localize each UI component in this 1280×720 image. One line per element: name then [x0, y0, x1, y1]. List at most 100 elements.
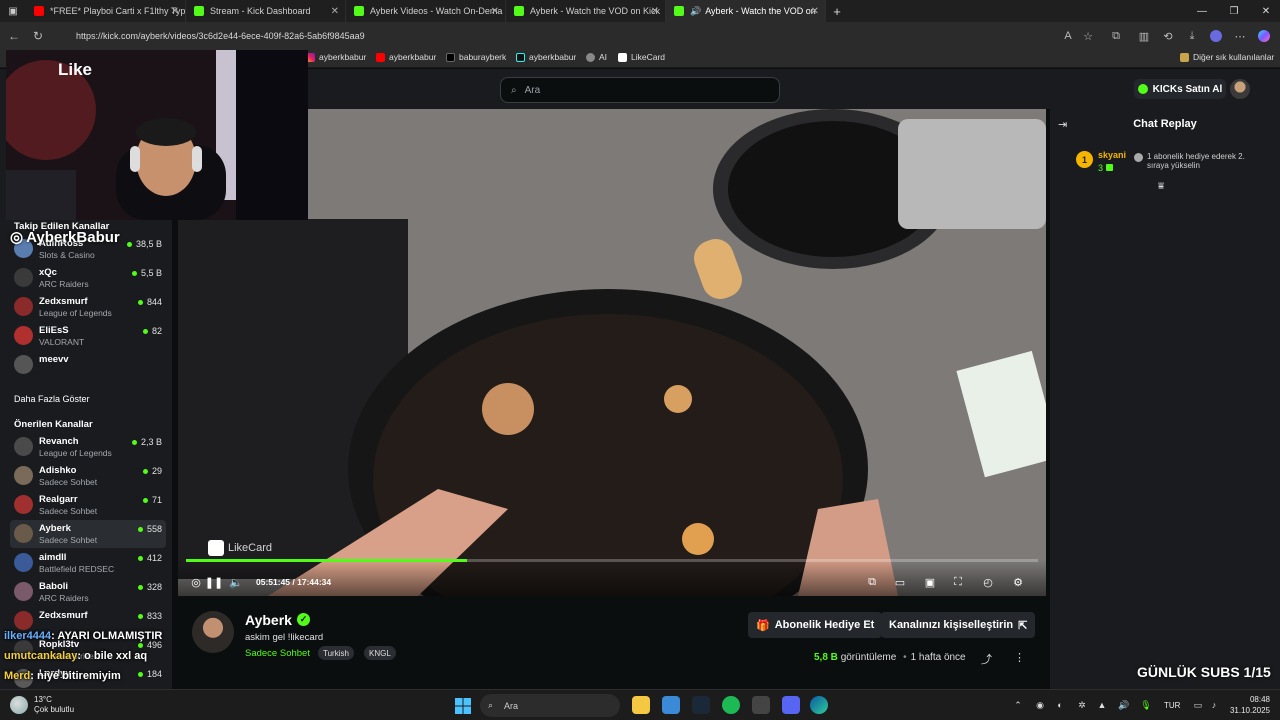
microphone-icon[interactable]: 🎙: [1140, 699, 1152, 711]
sidebar-channel-item[interactable]: Zedxsmurf League of Legends 844: [10, 293, 166, 321]
close-tab-icon[interactable]: ✕: [171, 6, 179, 17]
spotify-icon[interactable]: [722, 696, 740, 714]
channel-avatar: [14, 524, 33, 543]
user-avatar[interactable]: [1230, 79, 1250, 99]
photos-icon[interactable]: [662, 696, 680, 714]
bookmark-label: ayberkbabur: [389, 52, 437, 62]
tray-chevron-icon[interactable]: ⌃: [1012, 699, 1024, 711]
profile-icon[interactable]: [1208, 28, 1224, 44]
steam-icon[interactable]: [692, 696, 710, 714]
other-bookmarks[interactable]: Diğer sık kullanılanlar: [1180, 52, 1274, 62]
sidebar-channel-item[interactable]: Baboli ARC Raiders 328: [10, 578, 166, 606]
bookmark-youtube[interactable]: ayberkbabur: [376, 52, 436, 62]
sidebar-channel-item[interactable]: xQc ARC Raiders 5,5 B: [10, 264, 166, 292]
bookmark-x[interactable]: baburayberk: [446, 52, 506, 62]
bookmark-tiktok[interactable]: ayberkbabur: [516, 52, 576, 62]
sidebar-channel-item[interactable]: meevv: [10, 351, 166, 379]
download-icon[interactable]: ⤓: [1184, 28, 1200, 44]
viewer-count: 71: [142, 495, 162, 505]
sidebar-channel-item[interactable]: EliEsS VALORANT 82: [10, 322, 166, 350]
video-progress-bar[interactable]: [186, 559, 1038, 562]
tag[interactable]: KNGL: [364, 646, 396, 660]
close-window-icon[interactable]: ✕: [1250, 0, 1280, 22]
network-icon[interactable]: ▭: [1192, 699, 1204, 711]
close-tab-icon[interactable]: ✕: [811, 6, 819, 17]
browser-tab[interactable]: Ayberk - Watch the VOD on Kick ✕: [506, 0, 666, 22]
customize-channel-button[interactable]: Kanalınızı kişiselleştirin ⇱: [881, 612, 1036, 638]
back-icon[interactable]: ←: [4, 26, 24, 46]
minimize-icon[interactable]: —: [1186, 0, 1218, 22]
theater-icon[interactable]: ▭: [892, 574, 908, 590]
more-options-icon[interactable]: ⋯: [1232, 28, 1248, 44]
like-overlay-logo: Like: [58, 60, 92, 80]
speaker-tray-icon[interactable]: ♪: [1208, 699, 1220, 711]
volume-tray-icon[interactable]: 🔊: [1118, 699, 1130, 711]
close-tab-icon[interactable]: ✕: [651, 6, 659, 17]
copilot-icon[interactable]: [1256, 28, 1272, 44]
tab-title: Ayberk Videos - Watch On-Dema: [370, 6, 503, 16]
discord-icon[interactable]: [782, 696, 800, 714]
taskbar-search[interactable]: ⌕ Ara: [480, 694, 620, 717]
tray-app-icon[interactable]: ◉: [1034, 699, 1046, 711]
windows-start-icon[interactable]: [455, 698, 471, 714]
close-tab-icon[interactable]: ✕: [331, 6, 339, 17]
new-tab-button[interactable]: +: [826, 0, 848, 22]
live-dot-icon: [126, 241, 132, 247]
browser-tab[interactable]: *FREE* Playboi Carti x F1lthy Type ✕: [26, 0, 186, 22]
speed-icon[interactable]: ◴: [980, 574, 996, 590]
sidebar-channel-item[interactable]: aimdll Battlefield REDSEC 412: [10, 549, 166, 577]
close-tab-icon[interactable]: ✕: [491, 6, 499, 17]
input-language[interactable]: TUR: [1164, 701, 1180, 710]
favorite-star-icon[interactable]: ☆: [1080, 28, 1096, 44]
app-icon[interactable]: [752, 696, 770, 714]
sidebar-channel-item[interactable]: Realgarr Sadece Sohbet 71: [10, 491, 166, 519]
pause-icon[interactable]: ❚❚: [205, 574, 223, 590]
filter-icon[interactable]: ⩸: [1158, 181, 1164, 192]
bookmark-likecard[interactable]: LikeCard: [618, 52, 665, 62]
bookmark-ai[interactable]: AI: [586, 52, 607, 62]
tag[interactable]: Turkish: [318, 646, 354, 660]
sidebar-channel-item[interactable]: Adishko Sadece Sohbet 29: [10, 462, 166, 490]
weather-icon[interactable]: [10, 696, 28, 714]
browser-tab[interactable]: Ayberk Videos - Watch On-Dema ✕: [346, 0, 506, 22]
taskbar-clock[interactable]: 08:48 31.10.2025: [1228, 694, 1270, 716]
video-player[interactable]: LikeCard ◎ ❚❚ 🔈 05:51:45 / 17:44:34 ⧉ ▭ …: [178, 109, 1046, 596]
browser-tab-active[interactable]: 🔊 Ayberk - Watch the VOD on ✕: [666, 0, 826, 22]
chat-username[interactable]: skyani: [1098, 150, 1126, 160]
tab-actions-icon[interactable]: ▣: [0, 0, 26, 22]
split-screen-icon[interactable]: ▥: [1136, 28, 1152, 44]
miniplayer-icon[interactable]: ▣: [922, 574, 938, 590]
tray-app-icon[interactable]: ✲: [1076, 699, 1088, 711]
more-vertical-icon[interactable]: ⋮: [1014, 651, 1025, 664]
channel-avatar: [14, 466, 33, 485]
tray-app-icon[interactable]: ◐: [1054, 699, 1066, 711]
restore-icon[interactable]: ❐: [1218, 0, 1250, 22]
channel-name[interactable]: Ayberk: [245, 612, 292, 628]
category-link[interactable]: Sadece Sohbet: [245, 648, 310, 659]
sidebar-channel-item[interactable]: Ayberk Sadece Sohbet 558: [10, 520, 166, 548]
url-field[interactable]: https://kick.com/ayberk/videos/3c6d2e44-…: [70, 27, 1110, 45]
kicks-buy-button[interactable]: KICKs Satın Al: [1134, 79, 1226, 99]
extensions-icon[interactable]: ⧉: [1108, 28, 1124, 44]
tray-app-icon[interactable]: ▲: [1096, 699, 1108, 711]
gift-sub-button[interactable]: 🎁 Abonelik Hediye Et: [748, 612, 883, 638]
fullscreen-icon[interactable]: ⛶: [950, 574, 966, 590]
read-aloud-icon[interactable]: A: [1060, 28, 1076, 44]
weather-widget[interactable]: 13°C Çok bulutlu: [34, 695, 74, 715]
clip-icon[interactable]: ⧉: [864, 574, 880, 590]
show-more-link[interactable]: Daha Fazla Göster: [14, 394, 90, 404]
speaker-icon[interactable]: 🔊: [690, 6, 701, 17]
search-input[interactable]: ⌕ Ara: [500, 77, 780, 103]
sidebar-channel-item[interactable]: Revanch League of Legends 2,3 B: [10, 433, 166, 461]
file-explorer-icon[interactable]: [632, 696, 650, 714]
channel-avatar[interactable]: [192, 611, 234, 653]
share-icon[interactable]: ⤴: [981, 651, 992, 667]
browser-tab[interactable]: Stream - Kick Dashboard ✕: [186, 0, 346, 22]
edge-icon[interactable]: [810, 696, 828, 714]
refresh-icon[interactable]: ↻: [28, 26, 48, 46]
external-link-icon: ⇱: [1018, 619, 1028, 632]
history-icon[interactable]: ⟲: [1160, 28, 1176, 44]
settings-gear-icon[interactable]: ⚙: [1010, 574, 1026, 590]
volume-icon[interactable]: 🔈: [228, 574, 244, 590]
bookmark-instagram[interactable]: ayberkbabur: [306, 52, 366, 62]
